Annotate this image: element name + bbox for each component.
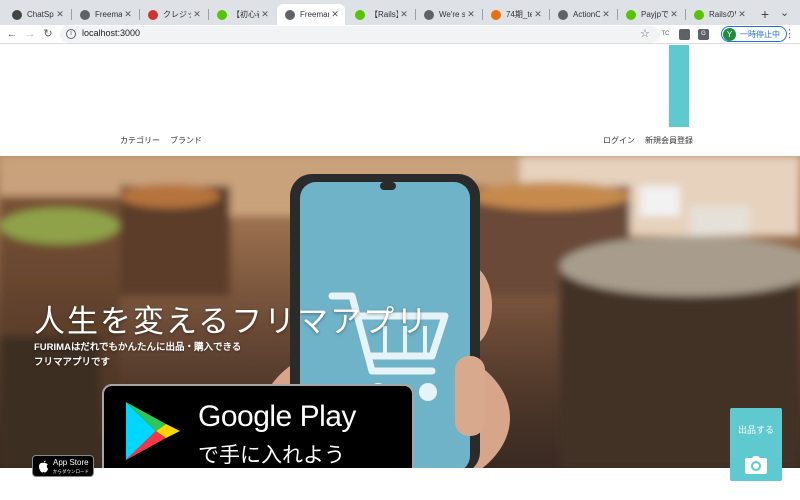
tab-separator <box>415 9 416 20</box>
browser-toolbar: ← → ↻ i localhost:3000 ☆ TC G Y 一時停止中 ⋮ <box>0 25 800 44</box>
tab-separator <box>71 9 72 20</box>
nav-brand-link[interactable]: ブランド <box>170 136 202 145</box>
extension-tc-icon[interactable]: TC <box>660 29 671 40</box>
qiita-icon <box>694 9 704 20</box>
browser-tab[interactable]: We're sorr✕ <box>416 4 481 25</box>
hero-title: 人生を変えるフリマアプリ <box>34 304 430 340</box>
qiita-icon <box>355 9 365 20</box>
globe-icon <box>424 9 434 20</box>
avatar: Y <box>723 27 736 41</box>
browser-tab-title: クレジット <box>163 10 191 19</box>
browser-tab[interactable]: ChatSpac✕ <box>4 4 70 25</box>
close-tab-icon[interactable]: ✕ <box>329 9 341 20</box>
hero-subtitle: FURIMAはだれでもかんたんに出品・購入できる フリマアプリです <box>34 340 241 370</box>
globe-icon <box>558 9 568 20</box>
ruby-icon <box>148 9 158 20</box>
browser-tab[interactable]: Payjpでク✕ <box>618 4 684 25</box>
browser-tab-title: Freemarke <box>95 10 122 19</box>
browser-tab[interactable]: RailsのWe✕ <box>686 4 752 25</box>
login-link[interactable]: ログイン <box>603 136 635 145</box>
tm-icon <box>12 9 22 20</box>
tab-separator <box>482 9 483 20</box>
browser-tab-title: Payjpでク <box>641 10 668 19</box>
close-tab-icon[interactable]: ✕ <box>532 9 544 20</box>
tab-separator <box>139 9 140 20</box>
back-icon[interactable]: ← <box>4 26 20 42</box>
browser-tab-title: Freemarke <box>300 10 329 19</box>
qiita-icon <box>626 9 636 20</box>
close-tab-icon[interactable]: ✕ <box>668 9 680 20</box>
profile-status-label: 一時停止中 <box>740 29 780 39</box>
close-tab-icon[interactable]: ✕ <box>191 9 203 20</box>
close-tab-icon[interactable]: ✕ <box>54 9 66 20</box>
browser-tab-title: 【初心者向 <box>232 10 259 19</box>
globe-icon <box>285 9 295 20</box>
browser-tab[interactable]: Freemarke✕ <box>72 4 138 25</box>
browser-tab-title: RailsのWe <box>709 10 736 19</box>
browser-tab-title: 【Rails】w <box>370 10 398 19</box>
browser-tab-title: ActionCon <box>573 10 600 19</box>
nav-category-link[interactable]: カテゴリー <box>120 136 160 145</box>
url-text[interactable]: localhost:3000 <box>82 28 140 38</box>
browser-tab[interactable]: クレジット✕ <box>140 4 207 25</box>
browser-tab[interactable]: 【Rails】w✕ <box>347 4 414 25</box>
close-tab-icon[interactable]: ✕ <box>122 9 134 20</box>
site-info-icon[interactable]: i <box>66 29 76 39</box>
header-logo-bar <box>669 45 689 127</box>
tab-separator <box>549 9 550 20</box>
app-store-line1: App Store <box>53 458 89 467</box>
browser-tab-title: 74期_team <box>506 10 532 19</box>
tab-separator <box>208 9 209 20</box>
apple-logo-icon <box>39 460 48 473</box>
sell-button-label: 出品する <box>737 425 774 435</box>
browser-menu-icon[interactable]: ⋮ <box>784 27 795 40</box>
browser-tab[interactable]: ActionCon✕ <box>550 4 616 25</box>
tab-separator <box>685 9 686 20</box>
app-store-line2: からダウンロード <box>53 469 89 474</box>
page-content: カテゴリー ブランド ログイン 新規会員登録 人生を変えるフリマアプリ FURI… <box>0 45 800 500</box>
browser-tab[interactable]: Freemarke✕ <box>277 4 345 25</box>
reload-icon[interactable]: ↻ <box>40 26 56 42</box>
close-tab-icon[interactable]: ✕ <box>465 9 477 20</box>
close-tab-icon[interactable]: ✕ <box>600 9 612 20</box>
extension-g-icon[interactable]: G <box>698 29 709 40</box>
hero-subtitle-line1: FURIMAはだれでもかんたんに出品・購入できる <box>34 342 242 353</box>
globe-icon <box>80 9 90 20</box>
bookmark-star-icon[interactable]: ☆ <box>640 27 650 40</box>
address-bar[interactable]: i localhost:3000 <box>60 26 660 43</box>
browser-tab[interactable]: 74期_team✕ <box>483 4 548 25</box>
browser-tab-strip: ChatSpac✕Freemarke✕クレジット✕【初心者向✕Freemarke… <box>0 0 800 25</box>
google-play-line1: Google Play <box>198 400 356 433</box>
qiita-icon <box>217 9 227 20</box>
browser-tab-title: ChatSpac <box>27 10 54 19</box>
hero-banner: 人生を変えるフリマアプリ FURIMAはだれでもかんたんに出品・購入できる フリ… <box>0 156 800 468</box>
camera-icon <box>745 456 767 474</box>
close-tab-icon[interactable]: ✕ <box>736 9 748 20</box>
tab-search-icon[interactable]: ⌄ <box>780 6 789 19</box>
new-tab-button[interactable]: + <box>756 5 774 23</box>
tab-separator <box>617 9 618 20</box>
header-nav-left: カテゴリー ブランド <box>120 135 212 146</box>
google-play-line2: で手に入れよう <box>198 444 345 467</box>
close-tab-icon[interactable]: ✕ <box>398 9 410 20</box>
close-tab-icon[interactable]: ✕ <box>259 9 271 20</box>
extension-cast-icon[interactable] <box>679 29 690 40</box>
sell-item-button[interactable]: 出品する <box>730 408 782 481</box>
signup-link[interactable]: 新規会員登録 <box>645 136 693 145</box>
google-play-badge[interactable]: Google Play で手に入れよう <box>102 384 414 468</box>
browser-tab-title: We're sorr <box>439 10 465 19</box>
google-play-logo-icon <box>126 402 180 460</box>
header-nav-right: ログイン 新規会員登録 <box>603 135 693 146</box>
app-store-badge[interactable]: App Store からダウンロード <box>32 455 94 477</box>
browser-tab[interactable]: 【初心者向✕ <box>209 4 275 25</box>
profile-chip[interactable]: Y 一時停止中 <box>721 26 787 42</box>
forward-icon[interactable]: → <box>22 26 38 42</box>
doc-icon <box>491 9 501 20</box>
hero-subtitle-line2: フリマアプリです <box>34 357 111 368</box>
